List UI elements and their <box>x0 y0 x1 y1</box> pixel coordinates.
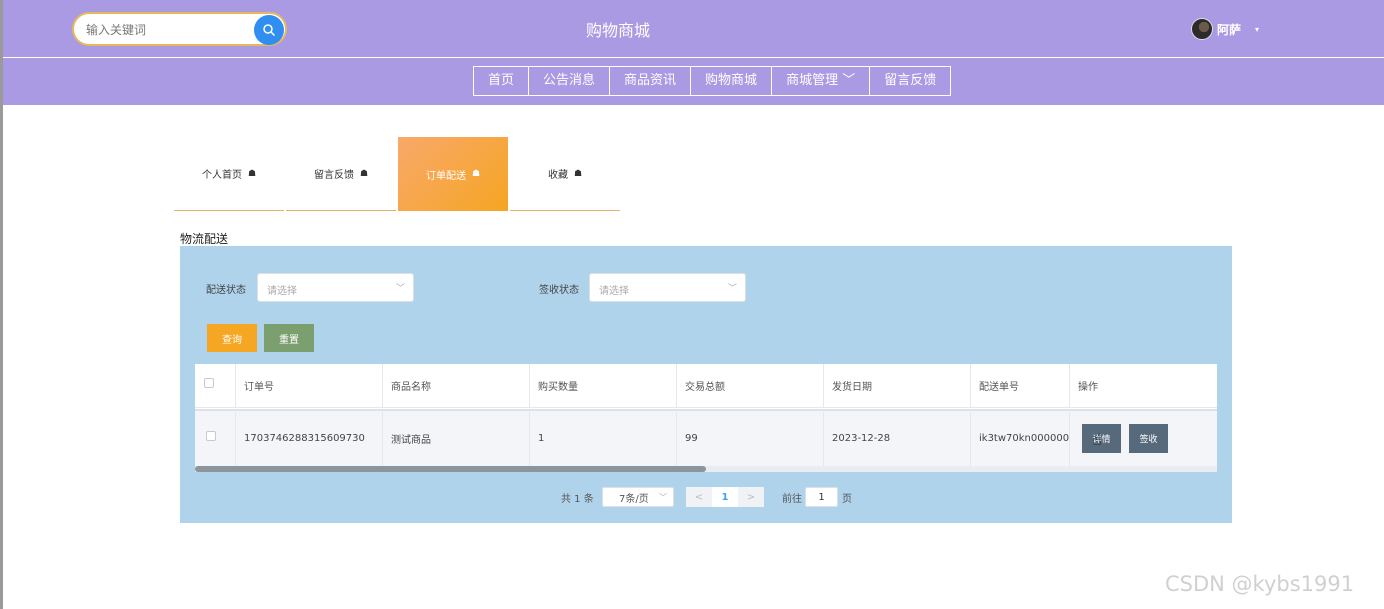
nav-item-announcements[interactable]: 公告消息 <box>528 66 611 96</box>
page-size-select[interactable]: 7条/页 ﹀ <box>602 487 674 507</box>
select-placeholder: 请选择 <box>599 286 629 297</box>
tab-icon: ☗ <box>573 168 583 179</box>
search-icon <box>263 24 276 37</box>
search-input[interactable] <box>86 20 246 40</box>
watermark: CSDN @kybs1991 <box>1165 572 1355 596</box>
top-header: 购物商城 阿萨 ▾ <box>3 0 1384 57</box>
row-checkbox[interactable] <box>206 431 216 441</box>
delivery-status-select[interactable]: 请选择 ﹀ <box>257 273 414 302</box>
chevron-down-icon: ﹀ <box>659 492 667 502</box>
nav-item-shop-management[interactable]: 商城管理 ﹀ <box>771 66 871 96</box>
tab-label: 个人首页 <box>201 170 242 181</box>
nav-item-home[interactable]: 首页 <box>473 66 530 96</box>
delivery-status-label: 配送状态 <box>206 285 246 296</box>
column-header[interactable]: 配送单号 <box>971 364 1070 408</box>
column-header[interactable]: 订单号 <box>236 364 383 408</box>
page-number-current[interactable]: 1 <box>712 487 738 507</box>
tab-favorites[interactable]: 收藏 ☗ <box>510 137 620 211</box>
horizontal-scrollbar[interactable] <box>195 466 1217 472</box>
chevron-down-icon: ﹀ <box>395 284 405 294</box>
select-all-cell <box>195 364 236 408</box>
select-all-checkbox[interactable] <box>204 378 214 388</box>
main-nav-bar: 首页 公告消息 商品资讯 购物商城 商城管理 ﹀ 留言反馈 <box>3 58 1384 105</box>
chevron-down-icon: ﹀ <box>727 284 737 294</box>
tab-label: 收藏 <box>547 170 568 181</box>
product-cell: 测试商品 <box>383 409 530 466</box>
page-suffix: 页 <box>842 493 852 505</box>
goto-page-input[interactable]: 1 <box>805 487 838 507</box>
ship-date-cell: 2023-12-28 <box>824 409 971 466</box>
search-button[interactable] <box>254 15 284 45</box>
total-count: 共 1 条 <box>561 493 594 505</box>
column-header[interactable]: 交易总额 <box>677 364 824 408</box>
quantity-cell: 1 <box>530 409 677 466</box>
delivery-table: 订单号 商品名称 购买数量 交易总额 发货日期 配送单号 操作 17037462… <box>195 364 1217 472</box>
tab-icon: ☗ <box>247 168 257 179</box>
reset-button[interactable]: 重置 <box>264 324 314 352</box>
column-header[interactable]: 购买数量 <box>530 364 677 408</box>
query-button[interactable]: 查询 <box>207 324 257 352</box>
user-menu[interactable]: 阿萨 ▾ <box>1191 17 1259 41</box>
tab-label: 留言反馈 <box>313 170 354 181</box>
tab-feedback[interactable]: 留言反馈 ☗ <box>286 137 396 211</box>
pagination: 共 1 条 7条/页 ﹀ < 1 > 前往 1 页 <box>180 487 1232 507</box>
site-title: 购物商城 <box>585 21 650 40</box>
prev-page-button[interactable]: < <box>686 487 712 507</box>
tab-order-delivery[interactable]: 订单配送 ☗ <box>398 137 508 211</box>
column-header: 操作 <box>1070 364 1217 408</box>
sign-status-select[interactable]: 请选择 ﹀ <box>589 273 746 302</box>
scrollbar-thumb[interactable] <box>195 466 706 472</box>
avatar[interactable] <box>1191 18 1213 40</box>
user-name[interactable]: 阿萨 <box>1217 21 1241 38</box>
delivery-no-cell: ik3tw70kn0000000 <box>971 409 1070 466</box>
search-box[interactable] <box>72 12 287 46</box>
column-header[interactable]: 发货日期 <box>824 364 971 408</box>
tab-profile-home[interactable]: 个人首页 ☗ <box>174 137 284 211</box>
column-header[interactable]: 商品名称 <box>383 364 530 408</box>
sign-button[interactable]: 签收 <box>1129 424 1168 453</box>
order-no-cell: 1703746288315609730 <box>236 409 383 466</box>
table-header-row: 订单号 商品名称 购买数量 交易总额 发货日期 配送单号 操作 <box>195 364 1217 408</box>
total-cell: 99 <box>677 409 824 466</box>
tab-label: 订单配送 <box>425 170 466 182</box>
goto-label: 前往 <box>782 493 802 505</box>
tab-icon: ☗ <box>359 168 369 179</box>
profile-tabs: 个人首页 ☗ 留言反馈 ☗ 订单配送 ☗ 收藏 ☗ <box>174 137 620 211</box>
table-row: 1703746288315609730 测试商品 1 99 2023-12-28… <box>195 409 1217 466</box>
section-title: 物流配送 <box>180 232 229 246</box>
delivery-panel: 配送状态 请选择 ﹀ 签收状态 请选择 ﹀ 查询 重置 订单号 商品名称 购买数… <box>180 246 1232 523</box>
hand-cursor-icon: ☝ <box>1092 430 1102 449</box>
nav-item-feedback[interactable]: 留言反馈 <box>869 66 952 96</box>
row-select-cell <box>195 409 236 466</box>
nav-item-product-news[interactable]: 商品资讯 <box>609 66 692 96</box>
main-nav: 首页 公告消息 商品资讯 购物商城 商城管理 ﹀ 留言反馈 <box>473 66 952 96</box>
sign-status-label: 签收状态 <box>539 285 579 296</box>
next-page-button[interactable]: > <box>738 487 764 507</box>
nav-item-shop[interactable]: 购物商城 <box>690 66 773 96</box>
tab-icon: ☗ <box>471 169 481 179</box>
page-size-value: 7条/页 <box>619 493 649 505</box>
select-placeholder: 请选择 <box>267 286 297 297</box>
chevron-down-icon[interactable]: ▾ <box>1255 25 1259 34</box>
